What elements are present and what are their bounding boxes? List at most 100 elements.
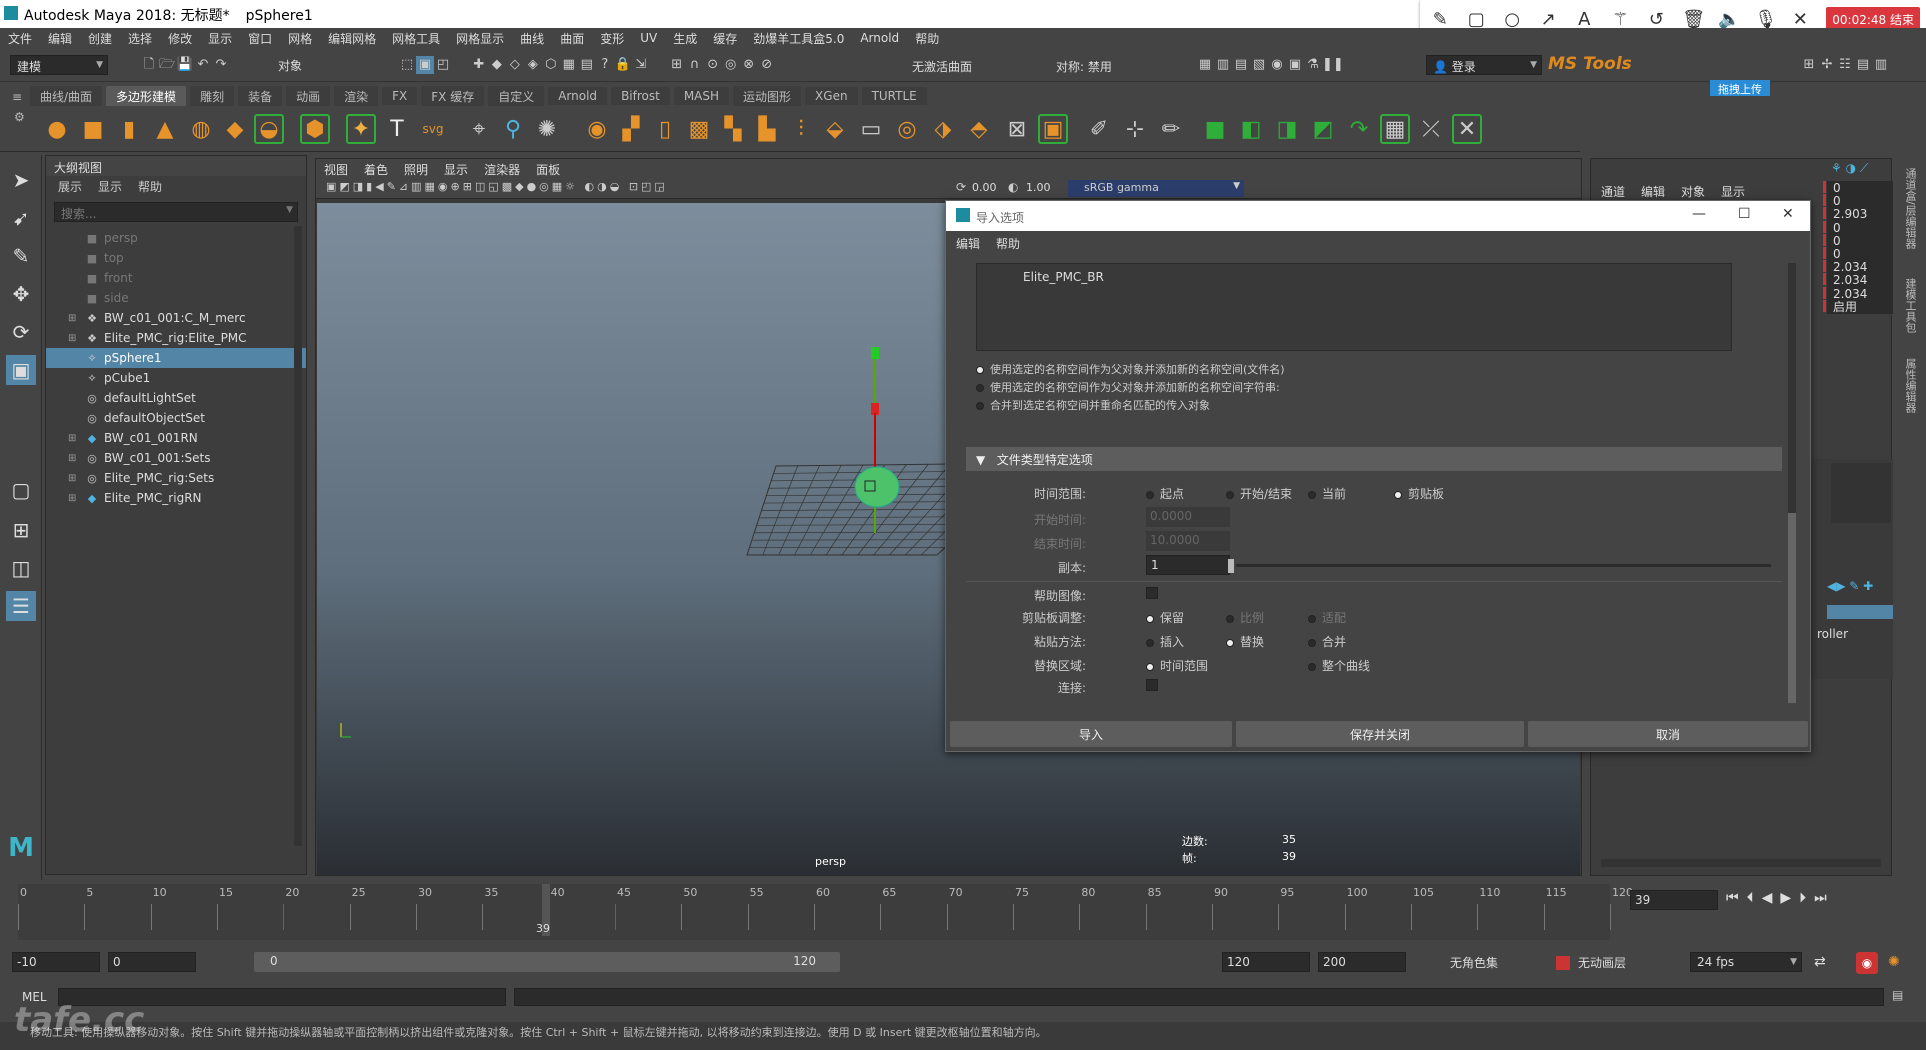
shelf-settings-icon[interactable]: ⚙	[14, 110, 25, 124]
shelf-tab-14[interactable]: TURTLE	[861, 87, 927, 105]
menu-item-16[interactable]: 缓存	[713, 30, 737, 47]
green-tool-icon[interactable]: ◨	[1272, 114, 1302, 144]
gamma-value[interactable]: 1.00	[1026, 181, 1051, 194]
snap-surface-icon[interactable]: ⊗	[740, 56, 758, 74]
poly-disc-icon[interactable]: ◒	[254, 114, 284, 144]
mask-icon[interactable]: ◇	[506, 56, 524, 74]
render-icon[interactable]: ▦	[1196, 56, 1214, 74]
shelf-tab-7[interactable]: FX 缓存	[421, 85, 485, 107]
single-view-icon[interactable]: ▢	[6, 475, 36, 505]
mask-icon[interactable]: ◈	[524, 56, 542, 74]
radio-button[interactable]	[1146, 490, 1154, 499]
radio-button[interactable]	[1146, 638, 1154, 647]
scene-end-field[interactable]: 200	[1318, 952, 1406, 972]
viewport-menu-3[interactable]: 显示	[444, 161, 468, 178]
layer-label-partial[interactable]: roller	[1817, 627, 1848, 641]
select-hierarchy-icon[interactable]: ⬚	[398, 56, 416, 74]
trash-icon[interactable]: 🗑	[1682, 9, 1705, 30]
bridge-icon[interactable]: ⫶	[786, 114, 816, 144]
side-tab-modeling[interactable]: 建模工具包	[1902, 278, 1918, 333]
namespace-option[interactable]: 使用选定的名称空间作为父对象并添加新的名称空间(文件名)	[976, 361, 1285, 377]
menu-item-13[interactable]: 变形	[600, 30, 624, 47]
green-tool-icon[interactable]: ↷	[1344, 114, 1374, 144]
namespace-list[interactable]: Elite_PMC_BR	[976, 263, 1732, 351]
arrow-icon[interactable]: ↗	[1538, 9, 1558, 30]
radio-button[interactable]	[1394, 490, 1402, 499]
symmetry-label[interactable]: 对称: 禁用	[1056, 58, 1112, 75]
radio-button[interactable]	[976, 366, 984, 374]
green-tool-icon[interactable]: ◧	[1236, 114, 1266, 144]
outliner-item[interactable]: ⊞ ◎ Elite_PMC_rig:Sets	[46, 468, 306, 488]
namespace-option[interactable]: 合并到选定名称空间并重命名匹配的传入对象	[976, 397, 1210, 413]
clipboard_adjust-option[interactable]: 适配	[1308, 609, 1346, 626]
shelf-tab-6[interactable]: FX	[382, 87, 418, 105]
minimize-icon[interactable]: —	[1692, 206, 1706, 222]
selection-mask-select[interactable]: 对象	[272, 55, 370, 75]
outliner-item[interactable]: ■ side	[46, 288, 306, 308]
channel-menu-3[interactable]: 显示	[1721, 183, 1745, 200]
uv-icon[interactable]: ⊠	[1002, 114, 1032, 144]
outliner-item[interactable]: ◎ defaultLightSet	[46, 388, 306, 408]
menu-item-12[interactable]: 曲面	[560, 30, 584, 47]
expand-icon[interactable]: ⊞	[68, 493, 76, 504]
channel-menu-2[interactable]: 对象	[1681, 183, 1705, 200]
sculpt-icon[interactable]: ⚲	[498, 114, 528, 144]
loop-icon[interactable]: ⇄	[1814, 954, 1826, 970]
replace_region-option[interactable]: 时间范围	[1146, 657, 1208, 674]
menu-item-7[interactable]: 网格	[288, 30, 312, 47]
shelf-tab-12[interactable]: 运动图形	[733, 85, 802, 107]
viewport-menu-4[interactable]: 渲染器	[484, 161, 520, 178]
menu-item-15[interactable]: 生成	[673, 30, 697, 47]
mask-icon[interactable]: ◆	[488, 56, 506, 74]
channel-menu-1[interactable]: 编辑	[1641, 183, 1665, 200]
radio-button[interactable]	[1308, 638, 1316, 647]
menu-item-4[interactable]: 修改	[168, 30, 192, 47]
shelf-tab-2[interactable]: 雕刻	[190, 85, 235, 107]
outliner-item[interactable]: ⊞ ◎ BW_c01_001:Sets	[46, 448, 306, 468]
crease-icon[interactable]: ⤫	[1416, 114, 1446, 144]
outliner-menu-2[interactable]: 帮助	[138, 178, 162, 195]
sphere-object[interactable]	[854, 466, 900, 508]
time_range-option[interactable]: 剪贴板	[1394, 485, 1444, 502]
mic-icon[interactable]: 🎙	[1754, 9, 1777, 30]
shelf-tab-5[interactable]: 渲染	[334, 85, 379, 107]
dialog-scrollbar-thumb[interactable]	[1788, 513, 1796, 703]
outliner-item[interactable]: ⊞ ◆ BW_c01_001RN	[46, 428, 306, 448]
mode-select[interactable]: 建模 ▼	[10, 55, 108, 75]
shelf-tab-9[interactable]: Arnold	[548, 87, 608, 105]
time_range-option[interactable]: 起点	[1146, 485, 1184, 502]
menu-item-14[interactable]: UV	[640, 31, 657, 45]
save-scene-icon[interactable]: 💾	[176, 56, 194, 74]
exposure-value[interactable]: 0.00	[972, 181, 997, 194]
platonic-icon[interactable]: ⬢	[300, 114, 330, 144]
render-icon[interactable]: ▣	[1286, 56, 1304, 74]
time_range-option[interactable]: 开始/结束	[1226, 485, 1292, 502]
mask-icon[interactable]: ⇲	[632, 56, 650, 74]
outliner-item[interactable]: ⊞ ❖ Elite_PMC_rig:Elite_PMC	[46, 328, 306, 348]
smooth-icon[interactable]: ▩	[684, 114, 714, 144]
fill-hole-icon[interactable]: ⬘	[964, 114, 994, 144]
green-tool-icon[interactable]: ■	[1200, 114, 1230, 144]
playback-start-field[interactable]: 0	[108, 952, 196, 972]
circle-icon[interactable]: ○	[1502, 9, 1522, 30]
panel-icons[interactable]: ⚘ ◑ ⟋	[1831, 161, 1868, 176]
clipboard_adjust-option[interactable]: 保留	[1146, 609, 1184, 626]
outliner-item[interactable]: ⊞ ❖ BW_c01_001:C_M_merc	[46, 308, 306, 328]
viewport-menu-0[interactable]: 视图	[324, 161, 348, 178]
poly-cone-icon[interactable]: ▲	[150, 114, 180, 144]
start-time-field[interactable]: 0.0000	[1146, 507, 1230, 527]
shelf-tab-4[interactable]: 动画	[286, 85, 331, 107]
expand-icon[interactable]: ⊞	[68, 453, 76, 464]
render-icon[interactable]: ⚗	[1304, 56, 1322, 74]
paste_method-option[interactable]: 插入	[1146, 633, 1184, 650]
channel-value-field[interactable]: 启用	[1827, 299, 1893, 315]
end-time-field[interactable]: 10.0000	[1146, 531, 1230, 551]
select-object-icon[interactable]: ▣	[416, 56, 434, 74]
expand-icon[interactable]: ⊞	[68, 313, 76, 324]
copies-slider-handle[interactable]	[1228, 559, 1234, 573]
radio-button[interactable]	[1226, 614, 1234, 623]
menu-item-17[interactable]: 劲爆羊工具盒5.0	[753, 30, 844, 47]
range-slider[interactable]: 0 120	[254, 952, 840, 972]
outliner-menu-0[interactable]: 展示	[58, 178, 82, 195]
shelf-tab-3[interactable]: 装备	[238, 85, 283, 107]
